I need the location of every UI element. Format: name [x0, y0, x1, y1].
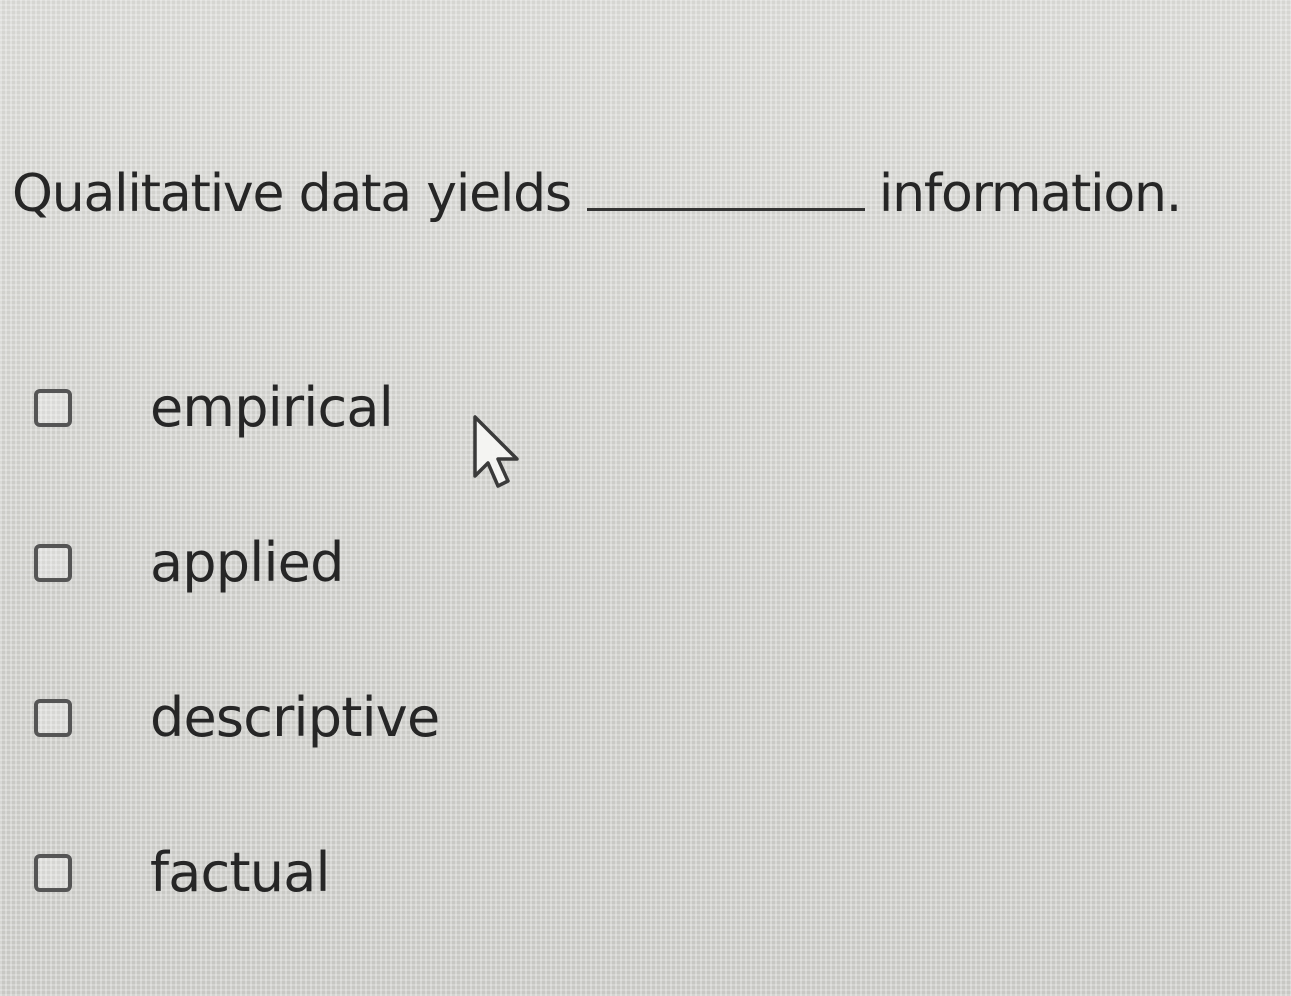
option-label: factual [150, 841, 330, 904]
question-text: Qualitative data yields information. [12, 156, 1182, 228]
option-label: descriptive [150, 686, 440, 749]
checkbox[interactable] [34, 389, 72, 427]
option-label: empirical [150, 376, 394, 439]
checkbox[interactable] [34, 699, 72, 737]
question-suffix: information. [878, 164, 1182, 224]
option-empirical[interactable]: empirical [34, 372, 439, 444]
question-prefix: Qualitative data yields [12, 164, 572, 224]
checkbox[interactable] [34, 854, 72, 892]
option-label: applied [150, 531, 344, 594]
arrow-pointer-icon [473, 415, 519, 488]
option-applied[interactable]: applied [34, 527, 439, 599]
option-descriptive[interactable]: descriptive [34, 682, 440, 754]
checkbox[interactable] [34, 544, 72, 582]
answer-options: empirical applied descriptive factual [34, 372, 440, 992]
option-factual[interactable]: factual [34, 837, 439, 909]
answer-blank [586, 156, 865, 211]
